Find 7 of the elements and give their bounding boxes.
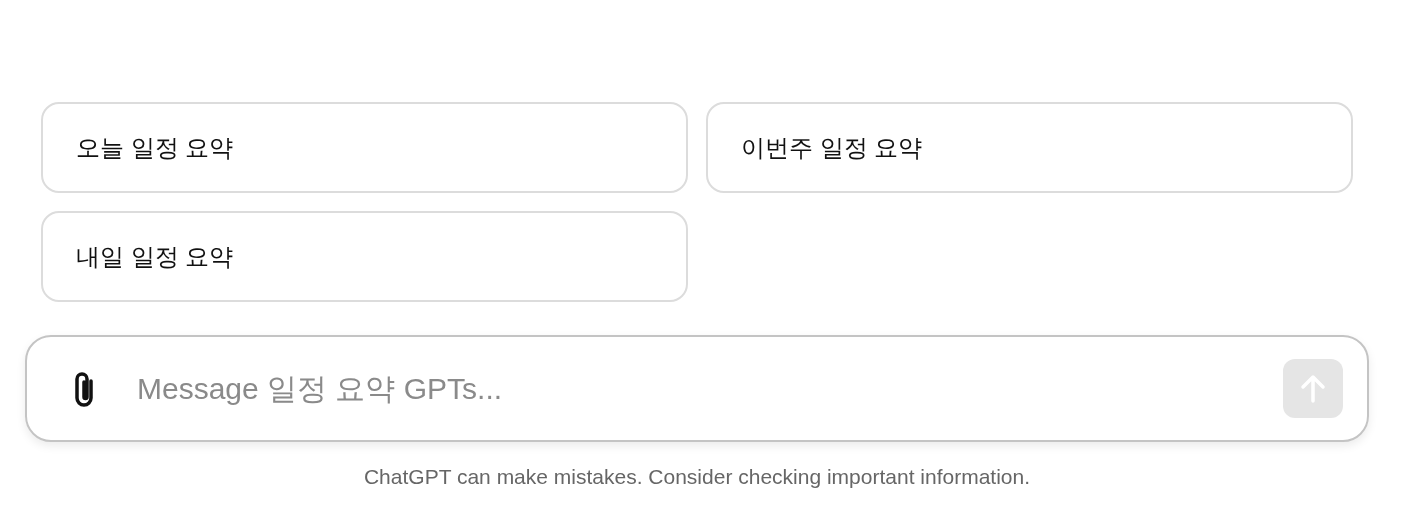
disclaimer-text: ChatGPT can make mistakes. Consider checking important information. <box>363 464 1031 490</box>
message-field[interactable]: Message 일정 요약 GPTs... <box>137 366 1283 411</box>
suggestion-card[interactable]: 내일 일정 요약 <box>41 211 688 302</box>
arrow-up-icon <box>1299 373 1327 404</box>
suggestion-card[interactable]: 오늘 일정 요약 <box>41 102 688 193</box>
message-composer[interactable]: Message 일정 요약 GPTs... <box>25 335 1369 442</box>
suggestion-card[interactable]: 이번주 일정 요약 <box>706 102 1353 193</box>
